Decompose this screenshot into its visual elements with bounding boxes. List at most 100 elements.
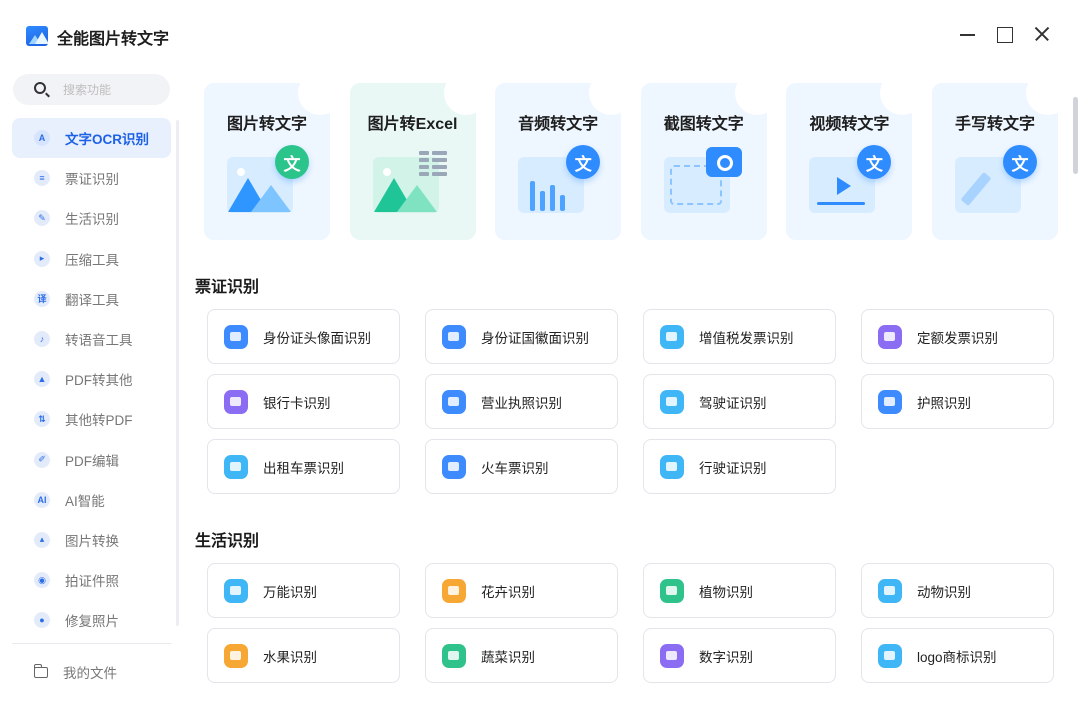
search-icon xyxy=(34,82,46,94)
feature-item-label: 动物识别 xyxy=(917,584,971,600)
text-badge-icon: 文 xyxy=(1003,145,1037,179)
image-to-text-icon: 文 xyxy=(225,145,309,219)
feature-item-1-5[interactable]: 蔬菜识别 xyxy=(425,628,618,683)
feature-item-0-3[interactable]: 定额发票识别 xyxy=(861,309,1054,364)
feature-item-1-1[interactable]: 花卉识别 xyxy=(425,563,618,618)
video-to-text-icon: 文 xyxy=(807,145,892,219)
sidebar-item-icon: 译 xyxy=(34,290,50,307)
feature-card-5[interactable]: 手写转文字文 xyxy=(932,83,1058,240)
sidebar-item-label: 转语音工具 xyxy=(65,333,133,349)
sidebar-item-label: PDF编辑 xyxy=(65,453,119,469)
sidebar-item-label: 翻译工具 xyxy=(65,292,119,308)
feature-item-label: 花卉识别 xyxy=(481,584,535,600)
feature-item-1-4[interactable]: 水果识别 xyxy=(207,628,400,683)
sidebar-item-icon: ✎ xyxy=(34,210,50,227)
feature-item-1-7[interactable]: logo商标识别 xyxy=(861,628,1054,683)
maximize-button[interactable] xyxy=(993,22,1017,46)
text-badge-icon: 文 xyxy=(566,145,601,179)
feature-item-icon xyxy=(660,454,684,479)
feature-item-0-1[interactable]: 身份证国徽面识别 xyxy=(425,309,618,364)
feature-item-0-8[interactable]: 出租车票识别 xyxy=(207,439,400,494)
sidebar-item-4[interactable]: 译翻译工具 xyxy=(12,279,171,319)
feature-item-1-6[interactable]: 数字识别 xyxy=(643,628,836,683)
feature-item-0-4[interactable]: 银行卡识别 xyxy=(207,374,400,429)
feature-item-label: 植物识别 xyxy=(699,584,753,600)
sidebar-item-12[interactable]: ● 修复照片 xyxy=(12,600,171,640)
sidebar-item-icon: ▸ xyxy=(34,250,50,267)
feature-item-label: 银行卡识别 xyxy=(263,395,331,411)
sidebar-item-10[interactable]: ▴ 图片转换 xyxy=(12,520,171,560)
feature-item-1-2[interactable]: 植物识别 xyxy=(643,563,836,618)
sidebar-item-9[interactable]: AI AI智能 xyxy=(12,480,171,520)
sidebar-item-1[interactable]: ≡ 票证识别 xyxy=(12,158,171,198)
feature-card-0[interactable]: 图片转文字文 xyxy=(204,83,330,240)
feature-item-icon xyxy=(442,578,466,603)
my-files-label: 我的文件 xyxy=(63,666,117,681)
feature-item-0-6[interactable]: 驾驶证识别 xyxy=(643,374,836,429)
sidebar-item-3[interactable]: ▸ 压缩工具 xyxy=(12,239,171,279)
search-box[interactable] xyxy=(13,74,170,105)
sidebar-item-icon: AI xyxy=(34,491,50,508)
feature-card-title: 截图转文字 xyxy=(663,116,744,133)
feature-item-label: 营业执照识别 xyxy=(481,395,562,411)
feature-item-label: 蔬菜识别 xyxy=(481,649,535,665)
sidebar-item-icon: ✐ xyxy=(34,451,50,468)
feature-item-0-7[interactable]: 护照识别 xyxy=(861,374,1054,429)
sidebar-item-2[interactable]: ✎ 生活识别 xyxy=(12,198,171,238)
sidebar-item-11[interactable]: ◉ 拍证件照 xyxy=(12,560,171,600)
feature-item-icon xyxy=(224,643,248,668)
sidebar-item-8[interactable]: ✐ PDF编辑 xyxy=(12,440,171,480)
minimize-button[interactable] xyxy=(956,22,980,46)
handwriting-to-text-icon: 文 xyxy=(953,145,1037,219)
feature-item-label: 身份证国徽面识别 xyxy=(481,330,589,346)
sidebar-item-0[interactable]: A 文字OCR识别 xyxy=(12,118,171,159)
image-to-excel-icon xyxy=(371,145,455,219)
my-files-button[interactable]: 我的文件 xyxy=(12,654,171,690)
sidebar-scrollbar[interactable] xyxy=(176,120,179,626)
feature-card-1[interactable]: 图片转Excel xyxy=(349,83,476,240)
feature-item-label: 驾驶证识别 xyxy=(699,395,767,411)
feature-item-1-3[interactable]: 动物识别 xyxy=(861,563,1054,618)
feature-item-0-0[interactable]: 身份证头像面识别 xyxy=(207,309,400,364)
sidebar-item-7[interactable]: ⇅ 其他转PDF xyxy=(12,399,171,439)
sidebar-item-label: 拍证件照 xyxy=(65,574,119,590)
sidebar-item-icon: ▴ xyxy=(34,531,50,548)
feature-item-0-9[interactable]: 火车票识别 xyxy=(425,439,618,494)
feature-item-icon xyxy=(878,389,902,414)
sidebar-item-5[interactable]: ♪ 转语音工具 xyxy=(12,319,171,359)
feature-item-icon xyxy=(224,578,248,603)
sidebar: A 文字OCR识别 ≡ 票证识别 ✎ 生活识别 ▸ 压缩工具译翻译工具 ♪ 转语音工具 ▲ PDF转其… xyxy=(0,68,182,707)
feature-item-1-0[interactable]: 万能识别 xyxy=(207,563,400,618)
feature-item-0-5[interactable]: 营业执照识别 xyxy=(425,374,618,429)
feature-card-4[interactable]: 视频转文字文 xyxy=(786,83,913,240)
close-button[interactable] xyxy=(1030,22,1054,46)
folder-icon xyxy=(33,663,48,678)
feature-item-icon xyxy=(224,324,248,349)
text-badge-icon: 文 xyxy=(857,145,892,179)
sidebar-item-icon: ♪ xyxy=(34,331,50,348)
sidebar-divider xyxy=(12,643,171,644)
feature-card-3[interactable]: 截图转文字 xyxy=(640,83,767,240)
sidebar-item-label: 生活识别 xyxy=(65,212,119,228)
feature-item-label: 水果识别 xyxy=(263,649,317,665)
feature-card-2[interactable]: 音频转文字文 xyxy=(495,83,622,240)
feature-item-icon xyxy=(660,578,684,603)
feature-item-icon xyxy=(878,324,902,349)
audio-to-text-icon: 文 xyxy=(516,145,601,219)
sidebar-item-label: 修复照片 xyxy=(65,614,119,630)
app-logo-icon xyxy=(26,26,48,46)
title-bar: 全能图片转文字 xyxy=(0,0,1080,68)
feature-item-label: 出租车票识别 xyxy=(263,460,344,476)
feature-item-label: 万能识别 xyxy=(263,584,317,600)
sidebar-item-6[interactable]: ▲ PDF转其他 xyxy=(12,359,171,399)
section-title-tickets: 票证识别 xyxy=(195,279,260,296)
sidebar-item-icon: ⇅ xyxy=(34,411,50,428)
feature-item-icon xyxy=(224,454,248,479)
feature-item-0-2[interactable]: 增值税发票识别 xyxy=(643,309,836,364)
search-input[interactable] xyxy=(63,80,163,99)
feature-item-0-10[interactable]: 行驶证识别 xyxy=(643,439,836,494)
feature-item-label: logo商标识别 xyxy=(917,649,997,665)
main-scrollbar[interactable] xyxy=(1073,97,1078,174)
feature-card-title: 手写转文字 xyxy=(954,116,1035,133)
feature-item-icon xyxy=(442,643,466,668)
